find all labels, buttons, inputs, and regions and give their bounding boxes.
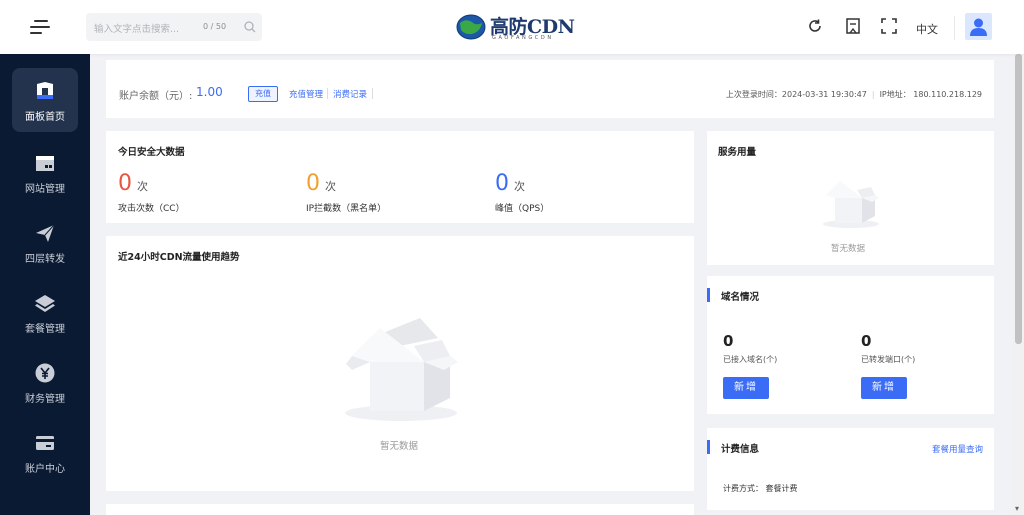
stat-peak-qps: 0次 峰值（QPS） (495, 171, 549, 215)
sidebar-item-forwarding[interactable]: 四层转发 (12, 210, 78, 274)
header-divider (954, 16, 955, 40)
sidebar-item-finance[interactable]: 财务管理 (12, 350, 78, 414)
security-card: 今日安全大数据 0次 攻击次数（CC） 0次 IP拦截数（黑名单） 0次 峰值（… (106, 131, 694, 223)
link-divider (372, 88, 373, 99)
domain-title: 域名情况 (721, 292, 760, 303)
security-title: 今日安全大数据 (118, 147, 185, 158)
logo-subtitle: GAOFANGCDN (492, 35, 554, 41)
stat-label: 攻击次数（CC） (118, 204, 185, 214)
package-usage-link[interactable]: 套餐用量查询 (932, 443, 983, 455)
stat-unit: 次 (137, 180, 148, 193)
balance-value: 1.00 (196, 85, 223, 99)
sidebar-item-label: 面板首页 (25, 112, 65, 123)
sidebar-item-website[interactable]: 网站管理 (12, 140, 78, 204)
connected-domains-value: 0 (723, 332, 734, 350)
service-title: 服务用量 (718, 147, 757, 158)
sidebar: 面板首页 网站管理 四层转发 套餐管理 财务管理 账户中心 (0, 54, 90, 515)
traffic-empty-text: 暂无数据 (380, 441, 419, 452)
link-divider (327, 88, 328, 99)
user-icon (970, 18, 987, 36)
stat-attacks: 0次 攻击次数（CC） (118, 171, 185, 215)
billing-method: 计费方式： 套餐计费 (723, 484, 798, 493)
fullscreen-icon[interactable] (880, 17, 898, 35)
forwarded-ports-value: 0 (861, 332, 872, 350)
search-box[interactable]: 输入文字点击搜索... 0 / 50 (86, 13, 262, 41)
dashboard-icon (37, 82, 53, 99)
stat-unit: 次 (514, 180, 525, 193)
traffic-card: 近24小时CDN流量使用趋势 暂无数据 (106, 236, 694, 491)
account-card: 账户余额（元）: 1.00 充值 充值管理 消费记录 上次登录时间：2024-0… (106, 60, 994, 118)
card-icon (36, 436, 54, 450)
sidebar-item-label: 网站管理 (25, 184, 65, 195)
stat-unit: 次 (325, 180, 336, 193)
balance-label: 账户余额（元）: (119, 91, 193, 102)
yuan-icon (35, 363, 55, 383)
sidebar-item-label: 套餐管理 (25, 324, 65, 335)
stat-value: 0 (306, 171, 320, 196)
search-input[interactable]: 输入文字点击搜索... (94, 21, 179, 35)
domain-card: 域名情况 0 已接入域名(个) 0 已转发端口(个) 新增 新增 (707, 276, 994, 414)
sidebar-item-package[interactable]: 套餐管理 (12, 280, 78, 344)
sidebar-item-dashboard[interactable]: 面板首页 (12, 68, 78, 132)
traffic-title: 近24小时CDN流量使用趋势 (118, 252, 240, 263)
paper-plane-icon (36, 224, 55, 242)
language-switch[interactable]: 中文 (916, 21, 938, 37)
connected-domains-label: 已接入域名(个) (723, 355, 778, 364)
sidebar-item-label: 财务管理 (25, 394, 65, 405)
stat-value: 0 (118, 171, 132, 196)
scroll-down-icon[interactable]: ▾ (1015, 504, 1019, 513)
login-info: 上次登录时间：2024-03-31 19:30:47 | IP地址： 180.110… (725, 90, 982, 99)
bottom-card (106, 504, 694, 515)
service-card: 服务用量 暂无数据 (707, 131, 994, 265)
sidebar-item-account[interactable]: 账户中心 (12, 420, 78, 484)
search-icon[interactable] (244, 21, 256, 33)
layers-icon (35, 295, 55, 312)
empty-box-icon (823, 181, 879, 228)
recharge-manage-link[interactable]: 充值管理 (289, 88, 323, 100)
scrollbar[interactable]: ▾ (1013, 54, 1024, 515)
empty-box-icon (345, 318, 458, 421)
scrollbar-thumb[interactable] (1015, 54, 1022, 344)
billing-card: 计费信息 套餐用量查询 计费方式： 套餐计费 (707, 428, 994, 510)
title-accent-bar (707, 440, 710, 454)
recharge-button[interactable]: 充值 (248, 86, 278, 102)
sidebar-item-label: 账户中心 (25, 464, 65, 475)
search-char-count: 0 / 50 (203, 22, 227, 31)
logo-globe-icon (456, 14, 486, 40)
add-port-button[interactable]: 新增 (861, 377, 907, 399)
menu-toggle-icon[interactable] (30, 19, 50, 35)
consume-record-link[interactable]: 消费记录 (333, 88, 367, 100)
stat-label: IP拦截数（黑名单） (306, 204, 387, 214)
service-empty-text: 暂无数据 (831, 244, 866, 254)
avatar[interactable] (965, 13, 992, 40)
top-bar: 输入文字点击搜索... 0 / 50 高防CDN GAOFANGCDN 中文 (0, 0, 1024, 54)
billing-title: 计费信息 (721, 444, 760, 455)
refresh-icon[interactable] (806, 17, 824, 35)
website-icon (36, 156, 54, 171)
sidebar-item-label: 四层转发 (25, 254, 65, 265)
last-login-time: 上次登录时间：2024-03-31 19:30:47 (725, 90, 867, 99)
stat-label: 峰值（QPS） (495, 204, 550, 214)
add-domain-button[interactable]: 新增 (723, 377, 769, 399)
stat-value: 0 (495, 171, 509, 196)
logo: 高防CDN GAOFANGCDN (456, 12, 576, 44)
bookmark-icon[interactable] (844, 17, 862, 35)
ip-address: IP地址： 180.110.218.129 (879, 90, 982, 99)
title-accent-bar (707, 288, 710, 302)
stat-ip-blocked: 0次 IP拦截数（黑名单） (306, 171, 386, 215)
forwarded-ports-label: 已转发端口(个) (861, 355, 916, 364)
